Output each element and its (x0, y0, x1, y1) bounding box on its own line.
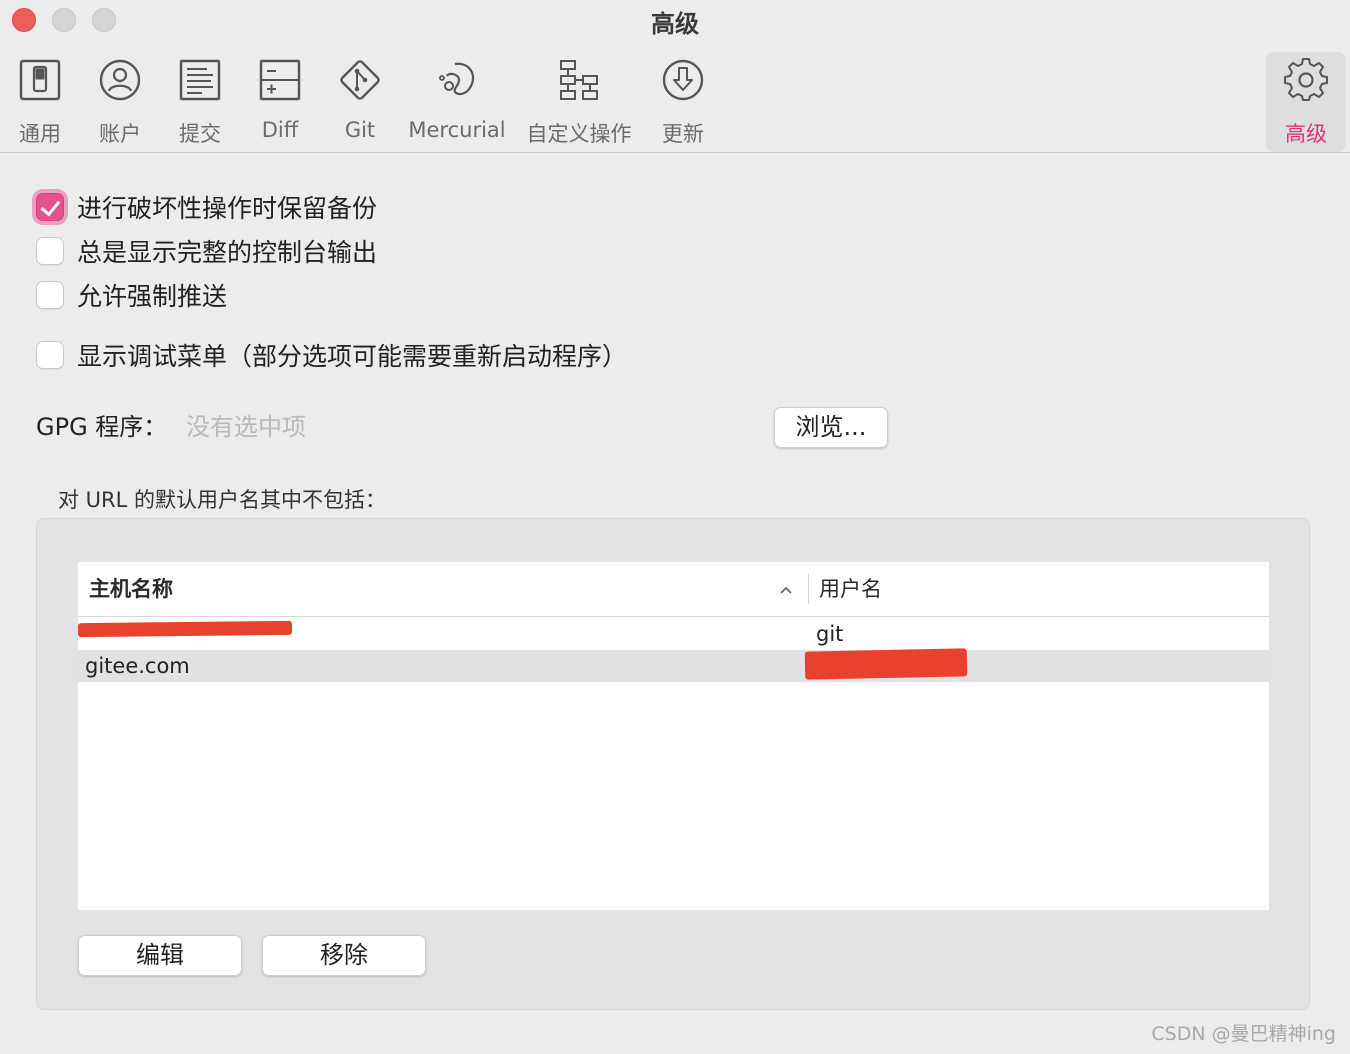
tab-custom-actions[interactable]: 自定义操作 (520, 52, 638, 152)
edit-button[interactable]: 编辑 (78, 935, 242, 976)
diff-icon (256, 56, 304, 104)
keep-backup-label: 进行破坏性操作时保留备份 (77, 194, 378, 223)
tab-custom-actions-label: 自定义操作 (526, 122, 632, 146)
debug-menu-checkbox[interactable] (36, 341, 64, 369)
url-usernames-table[interactable]: 主机名称 用户名 git gitee.com (77, 562, 1269, 910)
table-row[interactable]: gitee.com (78, 648, 1269, 682)
update-download-icon (659, 56, 707, 104)
tab-mercurial-label: Mercurial (408, 118, 506, 142)
tab-git-label: Git (344, 118, 376, 142)
tab-advanced-label: 高级 (1285, 122, 1327, 146)
git-icon (336, 56, 384, 104)
gpg-program-label: GPG 程序： (36, 413, 168, 441)
force-push-checkbox[interactable] (36, 281, 64, 309)
tab-general[interactable]: 通用 (8, 52, 72, 152)
mercurial-icon (433, 56, 481, 104)
tab-commit-label: 提交 (179, 122, 221, 146)
full-console-checkbox[interactable] (36, 237, 64, 265)
tab-advanced[interactable]: 高级 (1266, 52, 1346, 152)
force-push-option[interactable]: 允许强制推送 (36, 279, 227, 311)
tab-update[interactable]: 更新 (650, 52, 716, 152)
table-row[interactable]: git (77, 618, 1269, 650)
tab-commit[interactable]: 提交 (168, 52, 232, 152)
advanced-settings-pane: 进行破坏性操作时保留备份 总是显示完整的控制台输出 允许强制推送 显示调试菜单（… (0, 154, 1350, 1054)
full-console-label: 总是显示完整的控制台输出 (77, 238, 378, 267)
tab-update-label: 更新 (662, 122, 704, 146)
tab-accounts-label: 账户 (99, 122, 141, 146)
title-toolbar: 高级 通用 账户 提交 Diff Git Mercurial 自定义操作 更新 … (0, 0, 1350, 153)
watermark-text: CSDN @曼巴精神ing (1151, 1023, 1336, 1045)
tab-accounts[interactable]: 账户 (88, 52, 152, 152)
commit-document-icon (176, 56, 224, 104)
url-usernames-heading: 对 URL 的默认用户名其中不包括： (58, 488, 387, 512)
remove-button[interactable]: 移除 (262, 935, 426, 976)
url-usernames-group: 主机名称 用户名 git gitee.com 编辑 移除 (36, 518, 1310, 1010)
row-host-cell: gitee.com (85, 654, 190, 678)
redaction-mark (77, 620, 293, 638)
window-title: 高级 (651, 10, 699, 38)
gpg-program-value: 没有选中项 (186, 413, 306, 441)
force-push-label: 允许强制推送 (77, 282, 228, 311)
tab-git[interactable]: Git (328, 52, 392, 152)
browse-button[interactable]: 浏览... (774, 407, 888, 448)
preferences-window: 高级 通用 账户 提交 Diff Git Mercurial 自定义操作 更新 … (0, 0, 1350, 1054)
column-header-user[interactable]: 用户名 (819, 562, 882, 617)
row-user-cell: git (816, 622, 844, 646)
full-console-option[interactable]: 总是显示完整的控制台输出 (36, 235, 377, 267)
tab-mercurial[interactable]: Mercurial (404, 52, 510, 152)
column-header-host[interactable]: 主机名称 (89, 562, 173, 617)
tab-general-label: 通用 (19, 122, 61, 146)
sort-ascending-icon[interactable] (778, 582, 794, 598)
keep-backup-option[interactable]: 进行破坏性操作时保留备份 (36, 191, 377, 223)
account-person-icon (96, 56, 144, 104)
gear-icon (1282, 56, 1330, 104)
custom-actions-flow-icon (555, 56, 603, 104)
tab-diff-label: Diff (261, 118, 299, 142)
debug-menu-option[interactable]: 显示调试菜单（部分选项可能需要重新启动程序） (36, 339, 627, 371)
general-switch-icon (16, 56, 64, 104)
debug-menu-label: 显示调试菜单（部分选项可能需要重新启动程序） (77, 342, 628, 371)
tab-diff[interactable]: Diff (248, 52, 312, 152)
keep-backup-checkbox[interactable] (36, 193, 64, 221)
table-header: 主机名称 用户名 (78, 562, 1269, 617)
column-divider[interactable] (808, 574, 809, 604)
redaction-mark (804, 648, 968, 680)
